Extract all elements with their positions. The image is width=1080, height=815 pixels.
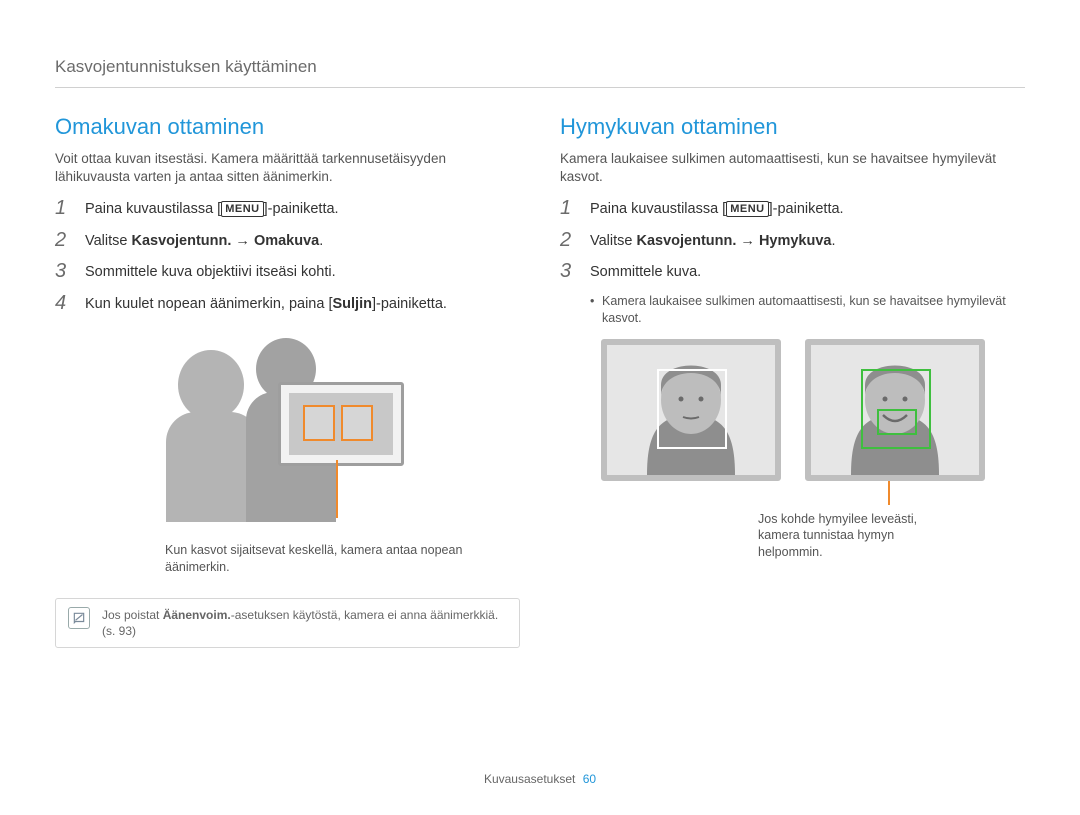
smile-caption: Jos kohde hymyilee leveästi, kamera tunn…: [758, 511, 958, 562]
step-number: 2: [560, 230, 578, 250]
left-column: Omakuvan ottaminen Voit ottaa kuvan itse…: [55, 112, 520, 649]
left-steps: 1 Paina kuvaustilassa [MENU]-painiketta.…: [55, 198, 520, 314]
left-intro: Voit ottaa kuvan itsestäsi. Kamera määri…: [55, 150, 520, 186]
left-step-2: Valitse Kasvojentunn. → Omakuva.: [85, 230, 323, 252]
divider: [55, 87, 1025, 88]
right-column: Hymykuvan ottaminen Kamera laukaisee sul…: [560, 112, 1025, 649]
right-step-3: Sommittele kuva.: [590, 261, 701, 283]
left-step-1: Paina kuvaustilassa [MENU]-painiketta.: [85, 198, 339, 220]
footer-page-number: 60: [583, 772, 596, 786]
step-number: 2: [55, 230, 73, 250]
right-heading: Hymykuvan ottaminen: [560, 112, 1025, 142]
left-step-3: Sommittele kuva objektiivi itseäsi kohti…: [85, 261, 336, 283]
step-number: 3: [55, 261, 73, 281]
footer-label: Kuvausasetukset: [484, 772, 575, 786]
right-intro: Kamera laukaisee sulkimen automaattisest…: [560, 150, 1025, 186]
left-step-4: Kun kuulet nopean äänimerkin, paina [Sul…: [85, 293, 447, 315]
step-number: 1: [560, 198, 578, 218]
right-sub-bullet: Kamera laukaisee sulkimen automaattisest…: [590, 293, 1025, 327]
right-step-1: Paina kuvaustilassa [MENU]-painiketta.: [590, 198, 844, 220]
callout-line: [888, 479, 890, 505]
smile-frame-neutral: [601, 339, 781, 481]
step-number: 3: [560, 261, 578, 281]
menu-icon: MENU: [726, 201, 768, 217]
menu-icon: MENU: [221, 201, 263, 217]
selfie-caption: Kun kasvot sijaitsevat keskellä, kamera …: [165, 542, 465, 576]
selfie-illustration: Kun kasvot sijaitsevat keskellä, kamera …: [55, 332, 520, 576]
smile-illustration-row: [560, 339, 1025, 481]
page-footer: Kuvausasetukset 60: [0, 771, 1080, 787]
step-number: 4: [55, 293, 73, 313]
note-text: Jos poistat Äänenvoim.-asetuksen käytöst…: [102, 607, 507, 639]
note-box: Jos poistat Äänenvoim.-asetuksen käytöst…: [55, 598, 520, 648]
breadcrumb: Kasvojentunnistuksen käyttäminen: [55, 56, 1025, 79]
note-icon: [68, 607, 90, 629]
right-step-2: Valitse Kasvojentunn. → Hymykuva.: [590, 230, 836, 252]
left-heading: Omakuvan ottaminen: [55, 112, 520, 142]
step-number: 1: [55, 198, 73, 218]
right-steps: 1 Paina kuvaustilassa [MENU]-painiketta.…: [560, 198, 1025, 283]
smile-frame-smiling: [805, 339, 985, 481]
